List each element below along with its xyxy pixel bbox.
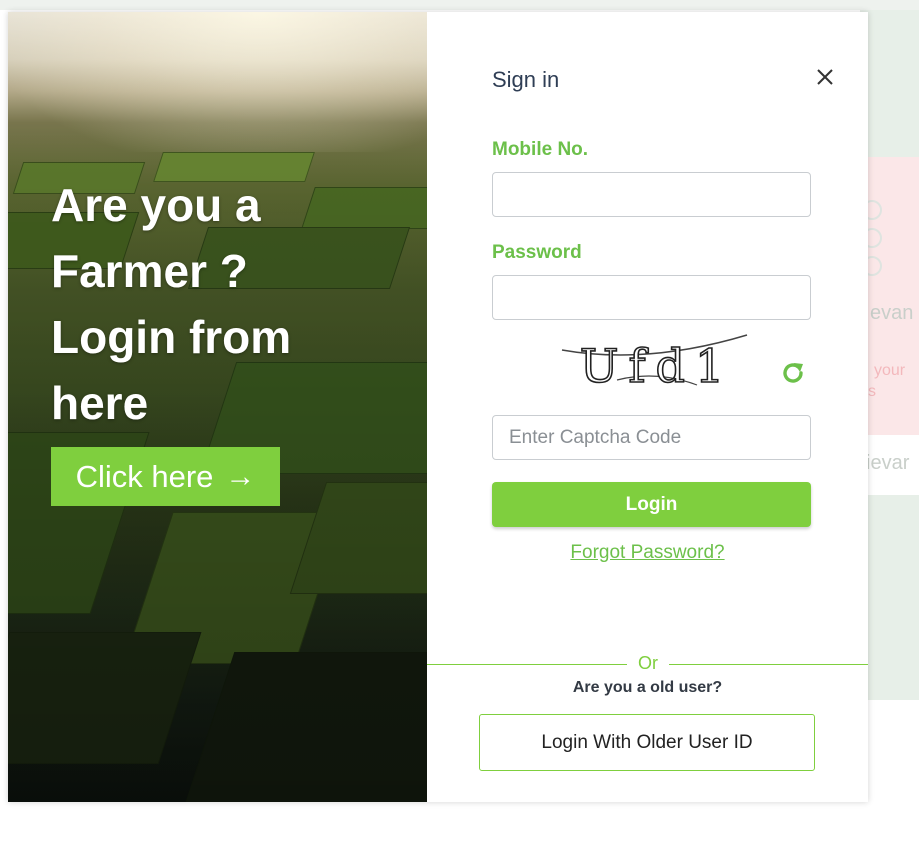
refresh-icon[interactable] xyxy=(779,359,807,387)
password-label: Password xyxy=(492,242,582,263)
captcha-image: Ufd1 xyxy=(561,334,748,394)
or-label: Or xyxy=(627,653,669,674)
background-text-fragment: ievar xyxy=(866,452,910,474)
hero-panel: Are you a Farmer ? Login from here Click… xyxy=(8,12,427,802)
captcha-text: Ufd1 xyxy=(580,339,735,393)
hero-title: Are you a Farmer ? Login from here xyxy=(51,179,292,429)
forgot-password-link[interactable]: Forgot Password? xyxy=(427,542,868,564)
login-modal: Are you a Farmer ? Login from here Click… xyxy=(8,12,868,802)
sign-in-form: Sign in Mobile No. Password Ufd1 Login F… xyxy=(427,12,868,802)
click-here-button[interactable]: Click here → xyxy=(51,447,280,506)
older-user-login-button[interactable]: Login With Older User ID xyxy=(479,714,815,771)
background-top-band xyxy=(0,0,919,10)
click-here-label: Click here xyxy=(75,458,214,494)
login-button[interactable]: Login xyxy=(492,482,811,527)
mobile-input[interactable] xyxy=(492,172,811,217)
password-input[interactable] xyxy=(492,275,811,320)
captcha-input[interactable] xyxy=(492,415,811,460)
old-user-prompt: Are you a old user? xyxy=(572,679,723,696)
mobile-label: Mobile No. xyxy=(492,139,589,160)
background-text-fragment: your xyxy=(874,362,906,379)
close-icon[interactable] xyxy=(812,64,838,90)
arrow-right-icon: → xyxy=(225,459,256,493)
background-text-fragment: s xyxy=(868,383,876,400)
background-text-fragment: evan xyxy=(870,302,914,324)
sign-in-title: Sign in xyxy=(492,67,560,92)
